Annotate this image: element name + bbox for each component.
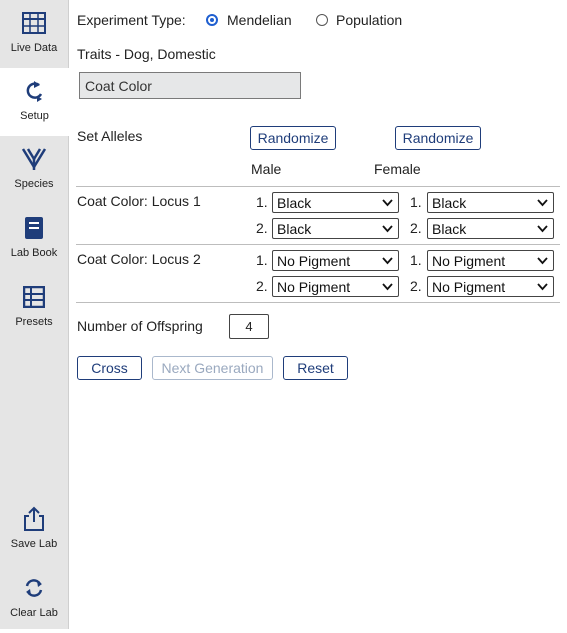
- select-value: No Pigment: [432, 279, 506, 295]
- sidebar-item-presets[interactable]: Presets: [0, 274, 68, 342]
- chevron-down-icon: [382, 283, 393, 291]
- allele-index: 1.: [256, 252, 268, 268]
- experiment-type-label: Experiment Type:: [77, 12, 186, 28]
- species-icon: [21, 146, 47, 172]
- select-value: Black: [277, 221, 312, 237]
- setup-panel: Experiment Type: Mendelian Population Tr…: [69, 0, 567, 629]
- locus-1-male-allele-2-select[interactable]: Black: [272, 218, 399, 239]
- sidebar-item-label: Setup: [20, 110, 49, 122]
- chevron-down-icon: [537, 257, 548, 265]
- sidebar-item-species[interactable]: Species: [0, 136, 68, 204]
- randomize-male-button[interactable]: Randomize: [250, 126, 336, 150]
- sidebar-item-label: Presets: [15, 316, 53, 328]
- sidebar-item-lab-book[interactable]: Lab Book: [0, 205, 68, 273]
- locus-1-label: Coat Color: Locus 1: [77, 193, 201, 209]
- offspring-count-input[interactable]: 4: [229, 314, 269, 339]
- table-icon: [21, 10, 47, 36]
- presets-icon: [21, 284, 47, 310]
- divider: [76, 186, 560, 187]
- allele-index: 1.: [256, 194, 268, 210]
- locus-2-female-allele-1-select[interactable]: No Pigment: [427, 250, 554, 271]
- share-icon: [21, 506, 47, 532]
- chevron-down-icon: [382, 199, 393, 207]
- sidebar-item-label: Lab Book: [10, 247, 58, 259]
- chevron-down-icon: [537, 199, 548, 207]
- select-value: Black: [432, 221, 467, 237]
- sidebar-item-setup[interactable]: Setup: [0, 68, 69, 136]
- setup-refresh-icon: [22, 78, 48, 104]
- locus-2-male-allele-2-select[interactable]: No Pigment: [272, 276, 399, 297]
- allele-index: 2.: [256, 278, 268, 294]
- sidebar: Live Data Setup Species Lab Book Presets…: [0, 0, 69, 629]
- locus-2-label: Coat Color: Locus 2: [77, 251, 201, 267]
- locus-1-female-allele-2-select[interactable]: Black: [427, 218, 554, 239]
- locus-2-male-allele-1-select[interactable]: No Pigment: [272, 250, 399, 271]
- select-value: Black: [432, 195, 467, 211]
- chevron-down-icon: [382, 225, 393, 233]
- sidebar-item-label: Clear Lab: [10, 607, 58, 619]
- offspring-label: Number of Offspring: [77, 318, 203, 334]
- select-value: No Pigment: [432, 253, 506, 269]
- next-generation-button[interactable]: Next Generation: [152, 356, 273, 380]
- traits-title: Traits - Dog, Domestic: [77, 46, 216, 62]
- sidebar-item-label: Save Lab: [10, 538, 58, 550]
- cross-button[interactable]: Cross: [77, 356, 142, 380]
- locus-1-male-allele-1-select[interactable]: Black: [272, 192, 399, 213]
- male-column-header: Male: [251, 161, 282, 177]
- sidebar-item-label: Live Data: [10, 42, 58, 54]
- radio-mendelian-label: Mendelian: [227, 12, 292, 28]
- chevron-down-icon: [537, 283, 548, 291]
- select-value: No Pigment: [277, 279, 351, 295]
- locus-1-female-allele-1-select[interactable]: Black: [427, 192, 554, 213]
- randomize-female-button[interactable]: Randomize: [395, 126, 481, 150]
- sidebar-item-clear-lab[interactable]: Clear Lab: [0, 565, 68, 633]
- set-alleles-title: Set Alleles: [77, 128, 143, 144]
- chevron-down-icon: [382, 257, 393, 265]
- sidebar-item-save-lab[interactable]: Save Lab: [0, 496, 68, 564]
- allele-index: 2.: [410, 278, 422, 294]
- allele-index: 1.: [410, 194, 422, 210]
- reset-button[interactable]: Reset: [283, 356, 348, 380]
- lab-book-icon: [21, 215, 47, 241]
- sidebar-item-live-data[interactable]: Live Data: [0, 0, 68, 68]
- select-value: No Pigment: [277, 253, 351, 269]
- allele-index: 1.: [410, 252, 422, 268]
- divider: [76, 244, 560, 245]
- radio-population[interactable]: [316, 14, 328, 26]
- female-column-header: Female: [374, 161, 421, 177]
- sidebar-item-label: Species: [14, 178, 54, 190]
- locus-2-female-allele-2-select[interactable]: No Pigment: [427, 276, 554, 297]
- radio-mendelian[interactable]: [206, 14, 218, 26]
- select-value: Black: [277, 195, 312, 211]
- clear-icon: [21, 575, 47, 601]
- trait-selection-field[interactable]: Coat Color: [79, 72, 301, 99]
- chevron-down-icon: [537, 225, 548, 233]
- divider: [76, 302, 560, 303]
- radio-population-label: Population: [336, 12, 403, 28]
- allele-index: 2.: [256, 220, 268, 236]
- allele-index: 2.: [410, 220, 422, 236]
